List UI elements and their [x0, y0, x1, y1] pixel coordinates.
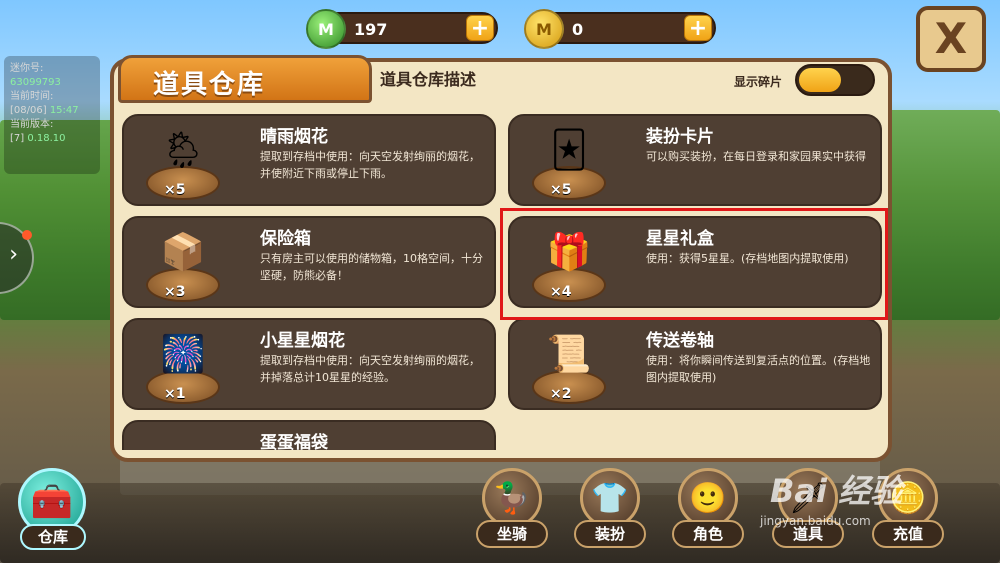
item-name: 小星星烟花: [260, 331, 345, 351]
character-icon: 🙂: [678, 468, 738, 528]
version-row: [7] 0.18.10: [10, 132, 94, 146]
star-firework-icon: 🎆: [160, 334, 206, 375]
item-description: 提取到存档中使用：向天空发射绚丽的烟花，并使附近下雨或停止下雨。: [260, 150, 480, 180]
close-button[interactable]: X: [916, 6, 986, 72]
add-mini-coin-button[interactable]: +: [684, 15, 712, 41]
item-count: ×5: [550, 182, 572, 198]
version-label: 当前版本:: [10, 119, 54, 130]
page-title: 道具仓库: [153, 70, 266, 100]
item-name: 传送卷轴: [646, 331, 714, 351]
item-card-safe-box[interactable]: 📦 ×3 保险箱 只有房主可以使用的储物箱，10格空间，十分坚硬，防熊必备！: [122, 216, 496, 308]
item-card-outfit-card[interactable]: 🃏 ×5 装扮卡片 可以购买装扮，在每日登录和家园果实中获得: [508, 114, 882, 206]
mini-coin-currency: M 0 +: [524, 9, 716, 49]
safe-box-icon: 📦: [160, 232, 206, 273]
nav-mount-button[interactable]: 🦆 坐骑: [476, 468, 548, 552]
item-count: ×5: [164, 182, 186, 198]
item-description: 可以购买装扮，在每日登录和家园果实中获得: [646, 150, 866, 163]
item-name: 蛋蛋福袋: [260, 433, 328, 450]
outfit-card-icon: 🃏: [550, 129, 588, 171]
nav-outfit-button[interactable]: 👕 装扮: [574, 468, 646, 552]
nav-character-label: 角色: [672, 520, 744, 548]
nav-store-button[interactable]: 🧰 仓库: [14, 468, 90, 554]
version-prefix: [7]: [10, 133, 25, 144]
item-name: 保险箱: [260, 229, 311, 249]
watermark-logo: Bai 经验: [770, 472, 903, 510]
show-fragments-toggle[interactable]: [795, 64, 875, 96]
warehouse-title-tab: 道具仓库: [118, 55, 372, 103]
chevron-right-icon: ›: [9, 242, 18, 267]
nav-character-button[interactable]: 🙂 角色: [672, 468, 744, 552]
player-id-label: 迷你号:: [10, 63, 44, 74]
current-clock: 15:47: [49, 105, 79, 116]
mount-icon: 🦆: [482, 468, 542, 528]
mini-bean-value: 197: [354, 20, 388, 39]
background-grass-right: [880, 110, 1000, 320]
item-count: ×1: [164, 386, 186, 402]
player-id-value: 63099793: [10, 77, 61, 88]
outfit-icon: 👕: [580, 468, 640, 528]
mini-coin-icon: M: [524, 9, 564, 49]
item-description: 只有房主可以使用的储物箱，10格空间，十分坚硬，防熊必备！: [260, 252, 483, 282]
item-name: 晴雨烟花: [260, 127, 328, 147]
item-card-star-firework[interactable]: 🎆 ×1 小星星烟花 提取到存档中使用：向天空发射绚丽的烟花，并掉落总计10星星…: [122, 318, 496, 410]
notification-dot: [22, 230, 32, 240]
current-time-label: 当前时间:: [10, 91, 54, 102]
show-fragments-label: 显示碎片: [734, 75, 783, 89]
current-date: [08/06]: [10, 105, 47, 116]
toggle-knob: [799, 68, 841, 92]
watermark-url: jingyan.baidu.com: [760, 514, 871, 528]
mini-coin-value: 0: [572, 20, 584, 39]
nav-outfit-label: 装扮: [574, 520, 646, 548]
rain-firework-icon: 🌦: [160, 130, 206, 171]
mini-bean-icon: M: [306, 9, 346, 49]
item-count: ×3: [164, 284, 186, 300]
highlight-box: [500, 208, 888, 320]
add-mini-bean-button[interactable]: +: [466, 15, 494, 41]
nav-mount-label: 坐骑: [476, 520, 548, 548]
item-card-rain-firework[interactable]: 🌦 ×5 晴雨烟花 提取到存档中使用：向天空发射绚丽的烟花，并使附近下雨或停止下…: [122, 114, 496, 206]
game-screen: 迷你号: 63099793 当前时间: [08/06] 15:47 当前版本: …: [0, 0, 1000, 563]
nav-recharge-label: 充值: [872, 520, 944, 548]
item-count: ×2: [550, 386, 572, 402]
nav-store-label: 仓库: [20, 524, 86, 550]
item-card-egg-lucky-bag[interactable]: 蛋蛋福袋: [122, 420, 496, 450]
item-description: 使用：将你瞬间传送到复活点的位置。(存档地图内提取使用): [646, 354, 871, 384]
version-value: 0.18.10: [27, 133, 66, 144]
mini-bean-currency: M 197 +: [306, 9, 498, 49]
warehouse-description-label: 道具仓库描述: [380, 70, 477, 89]
item-card-teleport-scroll[interactable]: 📜 ×2 传送卷轴 使用：将你瞬间传送到复活点的位置。(存档地图内提取使用): [508, 318, 882, 410]
current-time-row: [08/06] 15:47: [10, 104, 94, 118]
player-info-panel: 迷你号: 63099793 当前时间: [08/06] 15:47 当前版本: …: [4, 56, 100, 174]
item-name: 装扮卡片: [646, 127, 714, 147]
scroll-icon: 📜: [546, 334, 592, 375]
close-icon: X: [934, 14, 968, 63]
item-description: 提取到存档中使用：向天空发射绚丽的烟花，并掉落总计10星星的经验。: [260, 354, 480, 384]
